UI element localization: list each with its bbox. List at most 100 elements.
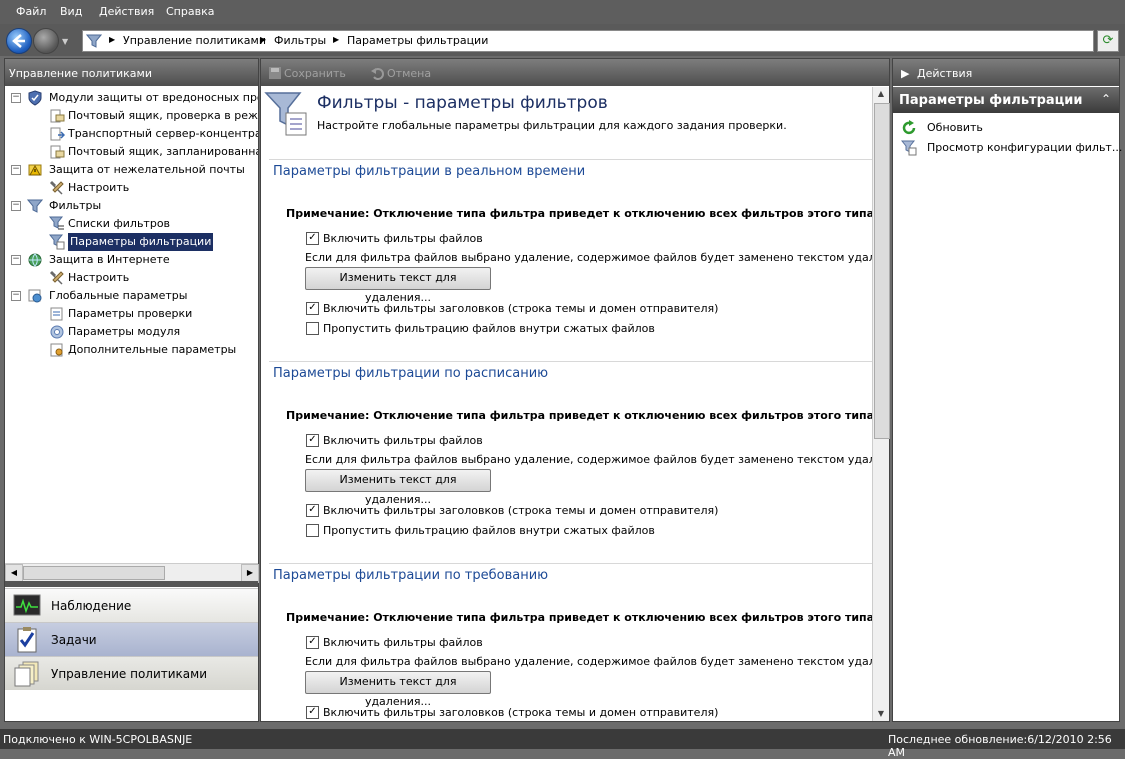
chevron-right-icon: ▶ (260, 35, 267, 44)
tree-item-label: Модули защиты от вредоносных про (49, 91, 258, 104)
tools-icon (49, 270, 64, 285)
refresh-icon (902, 120, 916, 135)
refresh-button[interactable]: ⟳ (1097, 30, 1119, 52)
navigation-pane: Управление политиками − Модули защиты от … (4, 58, 259, 722)
enable-header-filters-label[interactable]: Включить фильтры заголовков (строка темы… (323, 302, 718, 315)
tree-item-label: Параметры фильтрации (68, 233, 214, 251)
chevron-right-icon: ▶ (333, 35, 340, 44)
back-arrow-icon (12, 34, 25, 48)
globe-shield-icon (28, 253, 42, 267)
tree-item-label: Глобальные параметры (49, 289, 188, 302)
skip-compressed-label[interactable]: Пропустить фильтрацию файлов внутри сжат… (323, 322, 655, 335)
tree-item[interactable]: Дополнительные параметры (5, 341, 258, 359)
collapse-toggle-icon[interactable]: − (11, 291, 21, 301)
mailbox-icon (50, 145, 65, 159)
enable-header-filters-checkbox[interactable]: ✓ (306, 706, 319, 719)
mailbox-icon (50, 109, 65, 123)
breadcrumb-filters[interactable]: Фильтры (274, 34, 326, 47)
menu-help[interactable]: Справка (166, 5, 214, 18)
menu-actions[interactable]: Действия (99, 5, 154, 18)
breadcrumb-policy-management[interactable]: Управление политиками (123, 34, 266, 47)
tree-item-label: Параметры проверки (68, 307, 193, 320)
tree-item-label: Дополнительные параметры (68, 343, 237, 356)
spam-shield-icon (28, 164, 42, 176)
tree-item[interactable]: Параметры фильтрации (5, 233, 258, 251)
pane-splitter[interactable] (5, 581, 258, 587)
collapse-toggle-icon[interactable]: − (11, 93, 21, 103)
enable-file-filters-checkbox[interactable]: ✓ (306, 232, 319, 245)
enable-header-filters-label[interactable]: Включить фильтры заголовков (строка темы… (323, 706, 718, 719)
enable-file-filters-checkbox[interactable]: ✓ (306, 434, 319, 447)
collapse-toggle-icon[interactable]: − (11, 255, 21, 265)
section-heading: Параметры фильтрации по требованию (273, 568, 549, 583)
collapse-toggle-icon[interactable]: − (11, 165, 21, 175)
workspace-button-policy-management[interactable]: Управление политиками (5, 656, 258, 690)
forward-button[interactable] (33, 28, 59, 54)
enable-header-filters-checkbox[interactable]: ✓ (306, 302, 319, 315)
address-bar[interactable]: ▶ Управление политиками ▶ Фильтры ▶ Пара… (82, 30, 1094, 52)
tree-item[interactable]: Почтовый ящик, проверка в режи (5, 107, 258, 125)
save-button[interactable]: Сохранить (284, 67, 346, 80)
enable-file-filters-label[interactable]: Включить фильтры файлов (323, 232, 483, 245)
scroll-up-icon[interactable]: ▲ (873, 87, 889, 101)
actions-pane: ▶ Действия Параметры фильтрации ⌃ Обнови… (892, 58, 1122, 722)
tree-item[interactable]: Параметры модуля (5, 323, 258, 341)
tree-item-label: Фильтры (49, 199, 102, 212)
tree-item[interactable]: − Глобальные параметры (5, 287, 258, 305)
workspace-button-monitoring[interactable]: Наблюдение (5, 588, 258, 622)
section-note: Примечание: Отключение типа фильтра прив… (286, 409, 872, 422)
breadcrumb-filter-settings[interactable]: Параметры фильтрации (347, 34, 488, 47)
enable-file-filters-label[interactable]: Включить фильтры файлов (323, 636, 483, 649)
navigation-tree: − Модули защиты от вредоносных про Почтовы… (5, 87, 258, 567)
tree-item-label: Списки фильтров (68, 217, 171, 230)
collapse-icon[interactable]: ⌃ (1101, 92, 1111, 106)
tree-item-label: Настроить (68, 271, 130, 284)
skip-compressed-label[interactable]: Пропустить фильтрацию файлов внутри сжат… (323, 524, 655, 537)
workspace-button-tasks[interactable]: Задачи (5, 622, 258, 656)
enable-file-filters-checkbox[interactable]: ✓ (306, 636, 319, 649)
change-delete-text-button[interactable]: Изменить текст для удаления... (305, 469, 491, 506)
address-toolbar: ▼ ▶ Управление политиками ▶ Фильтры ▶ Па… (0, 24, 1125, 56)
tree-item[interactable]: − Защита от нежелательной почты (5, 161, 258, 179)
tree-item-label: Защита от нежелательной почты (49, 163, 245, 176)
tree-item[interactable]: Настроить (5, 179, 258, 197)
section-divider (269, 563, 872, 564)
tree-item[interactable]: Настроить (5, 269, 258, 287)
enable-header-filters-checkbox[interactable]: ✓ (306, 504, 319, 517)
filter-settings-icon (264, 92, 307, 136)
actions-pane-header[interactable]: ▶ Действия (893, 59, 1119, 86)
skip-compressed-checkbox[interactable] (306, 322, 319, 335)
skip-compressed-checkbox[interactable] (306, 524, 319, 537)
collapse-toggle-icon[interactable]: − (11, 201, 21, 211)
change-delete-text-button[interactable]: Изменить текст для удаления... (305, 671, 491, 708)
scroll-down-icon[interactable]: ▼ (873, 707, 889, 721)
actions-section-header[interactable]: Параметры фильтрации ⌃ (893, 87, 1119, 113)
tree-item[interactable]: Списки фильтров (5, 215, 258, 233)
tree-item[interactable]: Транспортный сервер-концентрат (5, 125, 258, 143)
tree-item[interactable]: − Защита в Интернете (5, 251, 258, 269)
view-config-icon (901, 140, 917, 156)
filter-icon (27, 199, 43, 213)
scroll-thumb[interactable] (874, 103, 890, 439)
change-delete-text-button[interactable]: Изменить текст для удаления... (305, 267, 491, 304)
section-divider (269, 159, 872, 160)
scroll-thumb[interactable] (23, 566, 165, 580)
back-button[interactable] (6, 28, 32, 54)
section-heading: Параметры фильтрации по расписанию (273, 366, 549, 381)
tree-item-label: Транспортный сервер-концентрат (68, 127, 258, 140)
tools-icon (49, 180, 64, 195)
tree-item[interactable]: Параметры проверки (5, 305, 258, 323)
tree-item[interactable]: Почтовый ящик, запланированна (5, 143, 258, 161)
status-bar: Подключено к WIN-5CPOLBASNJE Последнее о… (0, 729, 1125, 759)
vertical-scrollbar[interactable]: ▲ ▼ (872, 87, 890, 721)
enable-file-filters-label[interactable]: Включить фильтры файлов (323, 434, 483, 447)
menu-view[interactable]: Вид (60, 5, 82, 18)
tree-item[interactable]: − Модули защиты от вредоносных про (5, 89, 258, 107)
cancel-button[interactable]: Отмена (387, 67, 431, 80)
section-divider (269, 361, 872, 362)
history-dropdown-icon[interactable]: ▼ (62, 37, 68, 46)
menu-file[interactable]: Файл (16, 5, 46, 18)
horizontal-scrollbar[interactable]: ◀ ▶ (5, 563, 259, 583)
enable-header-filters-label[interactable]: Включить фильтры заголовков (строка темы… (323, 504, 718, 517)
tree-item[interactable]: − Фильтры (5, 197, 258, 215)
